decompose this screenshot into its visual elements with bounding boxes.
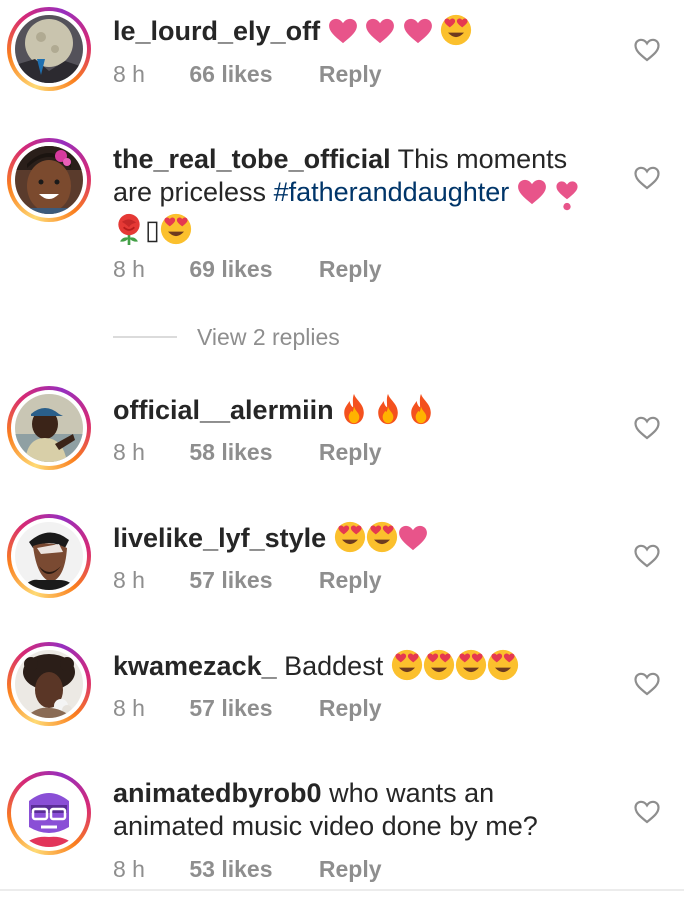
- fire-icon: [408, 393, 434, 425]
- heart-eyes-icon: [160, 213, 192, 245]
- heart-eyes-icon: [391, 649, 423, 681]
- comment-likes[interactable]: 57 likes: [189, 695, 272, 722]
- heart-eyes-icon: [440, 14, 472, 46]
- rose-icon: [113, 213, 145, 245]
- heart-icon: [403, 18, 433, 44]
- comment-time: 8 h: [113, 256, 145, 282]
- comment-username[interactable]: le_lourd_ely_off: [113, 16, 320, 46]
- reply-button[interactable]: Reply: [319, 567, 382, 594]
- heart-icon: [517, 179, 547, 205]
- fire-icon: [341, 393, 367, 425]
- comment-username[interactable]: livelike_lyf_style: [113, 523, 326, 553]
- comment-text: le_lourd_ely_off: [113, 14, 603, 48]
- comment-text: animatedbyrob0 who wants an animated mus…: [113, 777, 603, 843]
- man-in-cap-avatar-icon: [15, 394, 83, 462]
- avatar[interactable]: [7, 514, 91, 598]
- divider: [113, 336, 177, 338]
- heart-icon: [398, 525, 428, 551]
- illustrated-man-avatar-icon: [15, 522, 83, 590]
- like-heart-icon[interactable]: [634, 416, 660, 440]
- like-heart-icon[interactable]: [634, 38, 660, 62]
- comment-likes[interactable]: 66 likes: [189, 61, 272, 88]
- comment-meta: 8 h 53 likes Reply: [113, 856, 382, 883]
- comment-likes[interactable]: 53 likes: [189, 856, 272, 883]
- comment-likes[interactable]: 69 likes: [189, 256, 272, 283]
- smiling-man-avatar-icon: [15, 146, 83, 214]
- comment-meta: 8 h 66 likes Reply: [113, 61, 382, 88]
- heart-eyes-icon: [334, 521, 366, 553]
- comment-text: the_real_tobe_official This moments are …: [113, 143, 603, 247]
- reply-button[interactable]: Reply: [319, 256, 382, 283]
- heart-icon: [328, 18, 358, 44]
- comment-username[interactable]: the_real_tobe_official: [113, 144, 391, 174]
- hashtag-link[interactable]: #fatheranddaughter: [274, 177, 510, 207]
- avatar[interactable]: [7, 386, 91, 470]
- like-heart-icon[interactable]: [634, 672, 660, 696]
- comment-likes[interactable]: 58 likes: [189, 439, 272, 466]
- cartoon-purple-avatar-icon: [15, 779, 83, 847]
- avatar[interactable]: [7, 642, 91, 726]
- comment-likes[interactable]: 57 likes: [189, 567, 272, 594]
- comment-time: 8 h: [113, 439, 145, 465]
- like-heart-icon[interactable]: [634, 544, 660, 568]
- fire-icon: [375, 393, 401, 425]
- reply-button[interactable]: Reply: [319, 439, 382, 466]
- like-heart-icon[interactable]: [634, 166, 660, 190]
- comment-username[interactable]: official__alermiin: [113, 395, 334, 425]
- comment-meta: 8 h 69 likes Reply: [113, 256, 382, 283]
- comment-time: 8 h: [113, 61, 145, 87]
- reply-button[interactable]: Reply: [319, 856, 382, 883]
- heart-icon: [365, 18, 395, 44]
- divider: [0, 889, 684, 891]
- reply-button[interactable]: Reply: [319, 61, 382, 88]
- view-replies-label: View 2 replies: [197, 324, 340, 350]
- comment-text: kwamezack_ Baddest: [113, 649, 603, 683]
- heart-eyes-icon: [487, 649, 519, 681]
- comment-body: Baddest: [276, 651, 391, 681]
- missing-glyph: ▯: [145, 215, 160, 245]
- avatar[interactable]: [7, 138, 91, 222]
- avatar[interactable]: [7, 7, 91, 91]
- like-heart-icon[interactable]: [634, 800, 660, 824]
- heart-eyes-icon: [455, 649, 487, 681]
- heart-exclamation-icon: [554, 179, 580, 213]
- comment-time: 8 h: [113, 856, 145, 882]
- comment-username[interactable]: kwamezack_: [113, 651, 277, 681]
- comment-meta: 8 h 57 likes Reply: [113, 567, 382, 594]
- comment-text: official__alermiin: [113, 393, 603, 427]
- avatar[interactable]: [7, 771, 91, 855]
- curly-hair-man-avatar-icon: [15, 650, 83, 718]
- full-moon-avatar-icon: [15, 15, 83, 83]
- heart-eyes-icon: [423, 649, 455, 681]
- comment-meta: 8 h 57 likes Reply: [113, 695, 382, 722]
- comment-meta: 8 h 58 likes Reply: [113, 439, 382, 466]
- comment-username[interactable]: animatedbyrob0: [113, 778, 322, 808]
- comment-time: 8 h: [113, 567, 145, 593]
- comment-time: 8 h: [113, 695, 145, 721]
- heart-eyes-icon: [366, 521, 398, 553]
- reply-button[interactable]: Reply: [319, 695, 382, 722]
- comment-text: livelike_lyf_style: [113, 521, 603, 555]
